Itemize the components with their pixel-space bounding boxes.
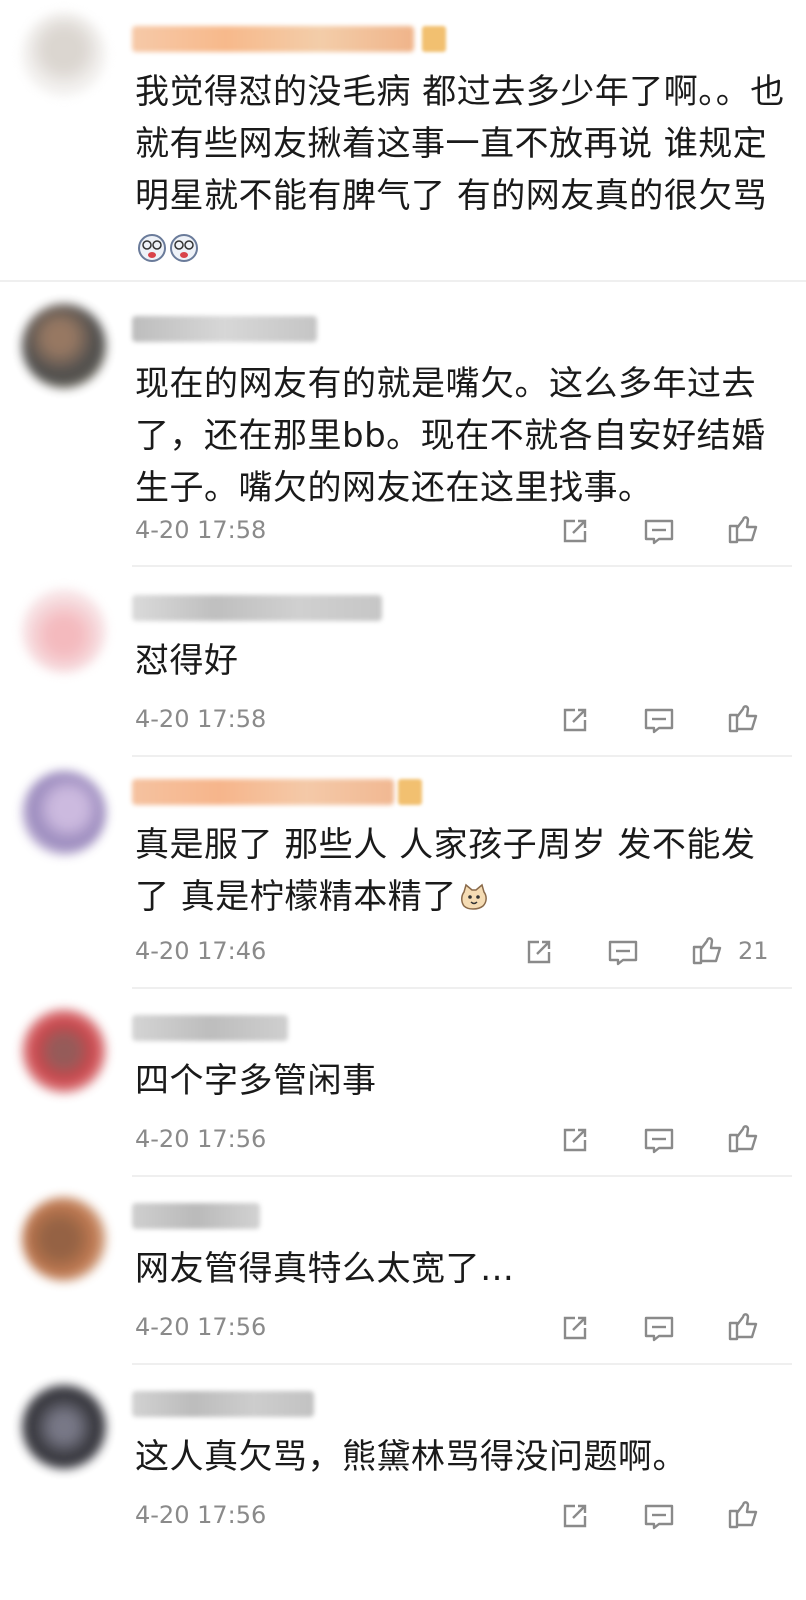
share-icon [563, 1504, 587, 1528]
comment-text-content: 怼得好 [135, 641, 239, 681]
share-icon [563, 708, 587, 732]
comment-text: 这人真欠骂，熊黛林骂得没问题啊。 [135, 1431, 785, 1483]
comment-time: 4-20 17:58 [135, 516, 267, 544]
dizzy-face-emoji [137, 226, 167, 262]
like-button[interactable] [690, 933, 724, 967]
avatar[interactable] [22, 1009, 106, 1093]
like-button[interactable] [726, 1121, 760, 1155]
reply-button[interactable] [642, 514, 676, 548]
username[interactable] [132, 595, 382, 621]
reply-button[interactable] [642, 1123, 676, 1157]
username[interactable] [132, 26, 414, 52]
like-button[interactable] [726, 512, 760, 546]
comment-text: 真是服了 那些人 人家孩子周岁 发不能发了 真是柠檬精本精了 [135, 819, 785, 923]
share-icon [563, 1128, 587, 1152]
vip-badge [422, 26, 446, 52]
username[interactable] [132, 1203, 260, 1229]
avatar[interactable] [22, 304, 106, 388]
like-button[interactable] [726, 1309, 760, 1343]
thumbs-up-icon [692, 937, 722, 965]
like-button[interactable] [726, 701, 760, 735]
comment-item: 我觉得怼的没毛病 都过去多少年了啊。。也就有些网友揪着这事一直不放再说 谁规定明… [0, 0, 806, 282]
comment-item: 四个字多管闲事 4-20 17:56 [0, 989, 806, 1177]
comment-text: 四个字多管闲事 [135, 1055, 785, 1107]
comment-icon [608, 940, 638, 966]
comment-icon [644, 1504, 674, 1530]
dizzy-face-emoji [169, 226, 199, 262]
comment-icon [644, 708, 674, 734]
comment-item: 怼得好 4-20 17:58 [0, 567, 806, 757]
comment-text: 怼得好 [135, 635, 785, 687]
comment-text: 我觉得怼的没毛病 都过去多少年了啊。。也就有些网友揪着这事一直不放再说 谁规定明… [135, 66, 785, 274]
comment-icon [644, 1316, 674, 1342]
like-button[interactable] [726, 1497, 760, 1531]
avatar[interactable] [22, 1385, 106, 1469]
share-icon [563, 1316, 587, 1340]
vip-badge [398, 779, 422, 805]
comment-text: 现在的网友有的就是嘴欠。这么多年过去了，还在那里bb。现在不就各自安好结婚生子。… [135, 358, 785, 514]
username[interactable] [132, 1015, 288, 1041]
comment-text-content: 网友管得真特么太宽了… [135, 1249, 515, 1289]
reply-button[interactable] [606, 935, 640, 969]
avatar[interactable] [22, 12, 106, 96]
username[interactable] [132, 1391, 314, 1417]
comment-time: 4-20 17:58 [135, 705, 267, 733]
thumbs-up-icon [728, 516, 758, 544]
comment-item: 网友管得真特么太宽了… 4-20 17:56 [0, 1177, 806, 1365]
share-button[interactable] [558, 1311, 592, 1345]
comment-text-content: 四个字多管闲事 [135, 1061, 377, 1101]
comment-time: 4-20 17:56 [135, 1125, 267, 1153]
username[interactable] [132, 779, 394, 805]
like-count: 21 [738, 937, 769, 965]
comment-text-content: 这人真欠骂，熊黛林骂得没问题啊。 [135, 1437, 687, 1477]
cat-emoji [459, 875, 489, 910]
comment-item: 真是服了 那些人 人家孩子周岁 发不能发了 真是柠檬精本精了 4-20 17:4… [0, 757, 806, 989]
thumbs-up-icon [728, 705, 758, 733]
share-button[interactable] [558, 1499, 592, 1533]
comment-text-content: 真是服了 那些人 人家孩子周岁 发不能发了 真是柠檬精本精了 [135, 825, 756, 917]
comment-time: 4-20 17:46 [135, 937, 267, 965]
comment-icon [644, 519, 674, 545]
share-button[interactable] [522, 935, 556, 969]
avatar[interactable] [22, 1197, 106, 1281]
avatar[interactable] [22, 589, 106, 673]
comment-text: 网友管得真特么太宽了… [135, 1243, 785, 1295]
share-button[interactable] [558, 703, 592, 737]
share-button[interactable] [558, 514, 592, 548]
comment-time: 4-20 17:56 [135, 1501, 267, 1529]
comment-item: 现在的网友有的就是嘴欠。这么多年过去了，还在那里bb。现在不就各自安好结婚生子。… [0, 282, 806, 567]
share-icon [563, 519, 587, 543]
comment-text-content: 我觉得怼的没毛病 都过去多少年了啊。。也就有些网友揪着这事一直不放再说 谁规定明… [135, 72, 785, 216]
avatar[interactable] [22, 771, 106, 855]
comment-item: 这人真欠骂，熊黛林骂得没问题啊。 4-20 17:56 [0, 1365, 806, 1600]
reply-button[interactable] [642, 703, 676, 737]
share-icon [527, 940, 551, 964]
reply-button[interactable] [642, 1311, 676, 1345]
reply-button[interactable] [642, 1499, 676, 1533]
thumbs-up-icon [728, 1125, 758, 1153]
thumbs-up-icon [728, 1501, 758, 1529]
share-button[interactable] [558, 1123, 592, 1157]
comment-icon [644, 1128, 674, 1154]
thumbs-up-icon [728, 1313, 758, 1341]
username[interactable] [132, 316, 317, 342]
comment-time: 4-20 17:56 [135, 1313, 267, 1341]
comment-text-content: 现在的网友有的就是嘴欠。这么多年过去了，还在那里bb。现在不就各自安好结婚生子。… [135, 364, 766, 508]
